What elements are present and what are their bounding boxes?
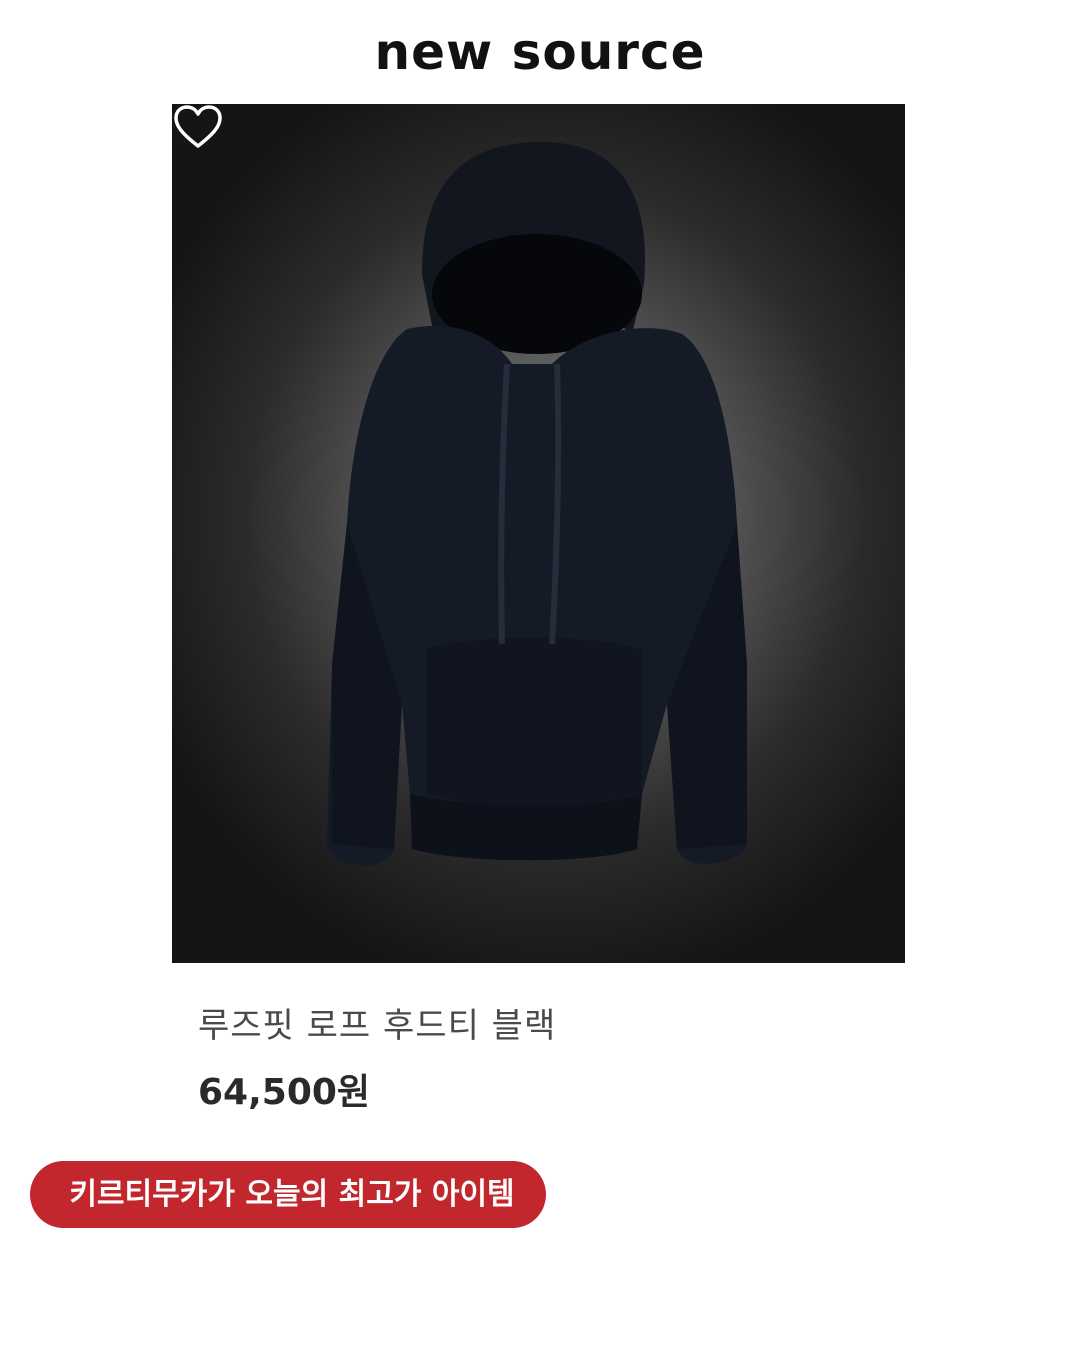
product-price: 64,500원	[198, 1072, 371, 1113]
heart-outline-icon[interactable]	[172, 104, 224, 150]
hoodie-photo	[327, 142, 747, 866]
promo-badge[interactable]: 키르티무카가 오늘의 최고가 아이템	[30, 1161, 546, 1228]
product-image[interactable]	[172, 104, 905, 963]
brand-logo: new source	[374, 23, 706, 81]
product-name[interactable]: 루즈핏 로프 후드티 블랙	[198, 1004, 556, 1048]
